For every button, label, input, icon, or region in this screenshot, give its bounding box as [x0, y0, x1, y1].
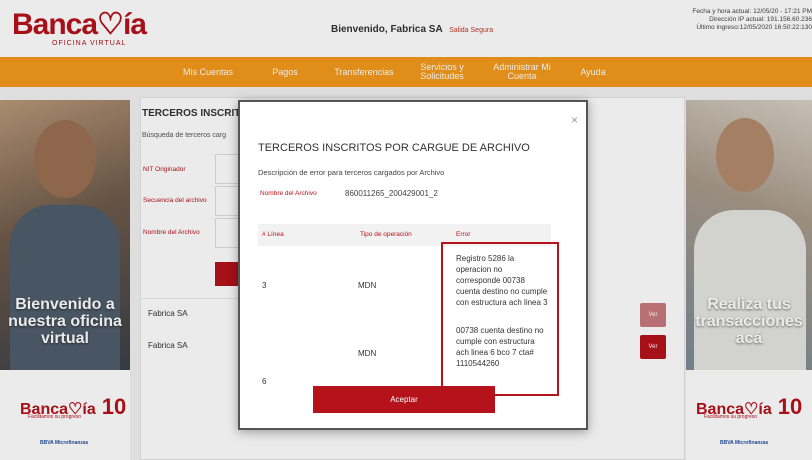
column-operation-type: Tipo de operación	[360, 231, 412, 238]
row-operation-type: MDN	[358, 281, 377, 290]
modal-title: TERCEROS INSCRITOS POR CARGUE DE ARCHIVO	[258, 142, 530, 154]
modal-description: Descripción de error para terceros carga…	[258, 168, 445, 177]
error-highlight-box	[441, 242, 559, 396]
file-name-label: Nombre del Archivo	[260, 190, 317, 197]
accept-button[interactable]: Aceptar	[313, 386, 495, 413]
error-modal: × TERCEROS INSCRITOS POR CARGUE DE ARCHI…	[238, 100, 588, 430]
file-name-value: 860011265_200429001_2	[345, 189, 438, 198]
column-error: Error	[456, 231, 471, 238]
row-line-number: 6	[262, 377, 267, 386]
row-line-number: 3	[262, 281, 267, 290]
row-operation-type: MDN	[358, 349, 377, 358]
close-icon[interactable]: ×	[571, 114, 578, 126]
column-line: # Línea	[262, 231, 284, 238]
